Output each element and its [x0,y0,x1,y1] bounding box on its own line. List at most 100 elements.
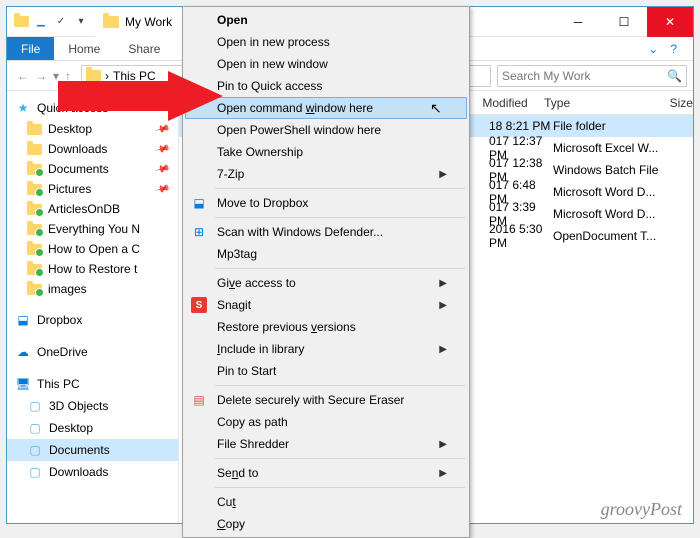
folder-icon: ▢ [27,398,43,414]
breadcrumb[interactable]: This PC [113,69,156,83]
ctx-copy-path[interactable]: Copy as path [185,411,467,433]
folder-icon [27,124,42,135]
tab-home[interactable]: Home [54,37,114,60]
sidebar-item-label: Downloads [48,142,107,156]
sidebar-onedrive[interactable]: ▶ ☁ OneDrive [7,341,178,363]
sidebar-item[interactable]: Desktop 📌 [7,119,178,139]
pc-icon: 🖥 [15,376,31,392]
folder-icon [27,264,42,275]
snagit-icon: S [191,297,207,313]
maximize-button[interactable]: ☐ [601,7,647,37]
folder-icon: ▢ [27,420,43,436]
sidebar-quick-access[interactable]: ★ Quick access [7,97,178,119]
folder-icon [27,224,42,235]
sidebar-item[interactable]: Downloads 📌 [7,139,178,159]
ctx-secure-eraser[interactable]: ▤Delete securely with Secure Eraser [185,389,467,411]
forward-button[interactable]: → [35,69,47,83]
ctx-open-new-process[interactable]: Open in new process [185,31,467,53]
ctx-pin-quick-access[interactable]: Pin to Quick access [185,75,467,97]
help-icon[interactable]: ? [670,42,677,56]
folder-icon [103,16,119,28]
watermark: groovyPost [601,499,682,520]
ctx-pin-start[interactable]: Pin to Start [185,360,467,382]
folder-icon [27,164,42,175]
search-input[interactable]: Search My Work 🔍 [497,65,687,87]
tab-share[interactable]: Share [114,37,174,60]
window-title: My Work [125,15,172,29]
separator [215,458,465,459]
ctx-take-ownership[interactable]: Take Ownership [185,141,467,163]
qat-dropdown-icon[interactable]: ▾ [73,14,89,30]
ctx-copy[interactable]: Copy [185,513,467,535]
ribbon-right: ⌄ ? [632,37,693,60]
ctx-defender[interactable]: ⊞Scan with Windows Defender... [185,221,467,243]
sidebar-item-label: Everything You N [48,222,140,236]
window-controls: ─ ☐ ✕ [555,7,693,37]
ctx-open[interactable]: Open [185,9,467,31]
col-size[interactable]: Size [670,96,693,110]
separator [215,385,465,386]
sidebar-item[interactable]: Everything You N [7,219,178,239]
close-button[interactable]: ✕ [647,7,693,37]
ctx-include-library[interactable]: Include in library▶ [185,338,467,360]
sidebar-item[interactable]: images [7,279,178,299]
ctx-snagit[interactable]: SSnagit▶ [185,294,467,316]
ctx-cut[interactable]: Cut [185,491,467,513]
ribbon-expand-icon[interactable]: ⌄ [648,42,658,56]
folder-icon [27,244,42,255]
nav-arrows: ← → ▾ ↑ [13,69,75,83]
sidebar-item[interactable]: ArticlesOnDB [7,199,178,219]
separator [215,188,465,189]
pin-icon: 📌 [154,181,170,197]
search-icon[interactable]: 🔍 [667,69,682,83]
tab-file[interactable]: File [7,37,54,60]
separator [215,268,465,269]
sidebar-this-pc[interactable]: ▼ 🖥 This PC [7,373,178,395]
ctx-open-command-window[interactable]: Open command window here [185,97,467,119]
pin-icon: 📌 [154,141,170,157]
shield-icon: ⊞ [191,224,207,240]
ctx-move-dropbox[interactable]: ⬓Move to Dropbox [185,192,467,214]
ctx-open-powershell[interactable]: Open PowerShell window here [185,119,467,141]
star-icon: ★ [15,100,31,116]
sidebar-item-label: Desktop [48,122,92,136]
sidebar-item-label: Downloads [49,465,108,479]
minimize-button[interactable]: ─ [555,7,601,37]
folder-icon: ▢ [27,442,43,458]
sidebar-item[interactable]: Pictures📌 [7,179,178,199]
ctx-restore-versions[interactable]: Restore previous versions [185,316,467,338]
folder-icon: ▢ [27,464,43,480]
sidebar-item[interactable]: ▢3D Objects [7,395,178,417]
recent-dropdown-icon[interactable]: ▾ [53,69,59,83]
dropbox-icon: ⬓ [191,195,207,211]
ctx-give-access[interactable]: Give access to▶ [185,272,467,294]
dropbox-icon: ⬓ [15,312,31,328]
ctx-open-new-window[interactable]: Open in new window [185,53,467,75]
col-type[interactable]: Type [544,96,670,110]
ctx-file-shredder[interactable]: File Shredder▶ [185,433,467,455]
sidebar-item-label: Documents [49,443,110,457]
up-button[interactable]: ↑ [65,69,71,83]
chevron-right-icon: ▶ [439,344,447,355]
sidebar-item[interactable]: ▢ Downloads [7,461,178,483]
sidebar-item[interactable]: ▢Desktop [7,417,178,439]
ctx-7zip[interactable]: 7-Zip▶ [185,163,467,185]
sidebar-item[interactable]: Documents📌 [7,159,178,179]
pin-icon: 📌 [154,121,170,137]
sidebar-item-label: ArticlesOnDB [48,202,120,216]
title-tab: My Work [95,7,186,37]
folder-icon [27,184,42,195]
ctx-send-to[interactable]: Send to▶ [185,462,467,484]
new-folder-icon[interactable]: ✓ [53,14,69,30]
pin-icon: 📌 [154,161,170,177]
properties-icon[interactable]: ▁ [33,14,49,30]
sidebar-item[interactable]: How to Restore t [7,259,178,279]
navigation-pane: ★ Quick access Desktop📌Downloads📌Documen… [7,91,179,523]
sidebar-item-label: How to Restore t [48,262,137,276]
sidebar-item[interactable]: ▢ Documents [7,439,178,461]
context-menu: Open Open in new process Open in new win… [182,6,470,538]
ctx-mp3tag[interactable]: Mp3tag [185,243,467,265]
sidebar-dropbox[interactable]: ▶ ⬓ Dropbox [7,309,178,331]
back-button[interactable]: ← [17,69,29,83]
sidebar-item[interactable]: How to Open a C [7,239,178,259]
